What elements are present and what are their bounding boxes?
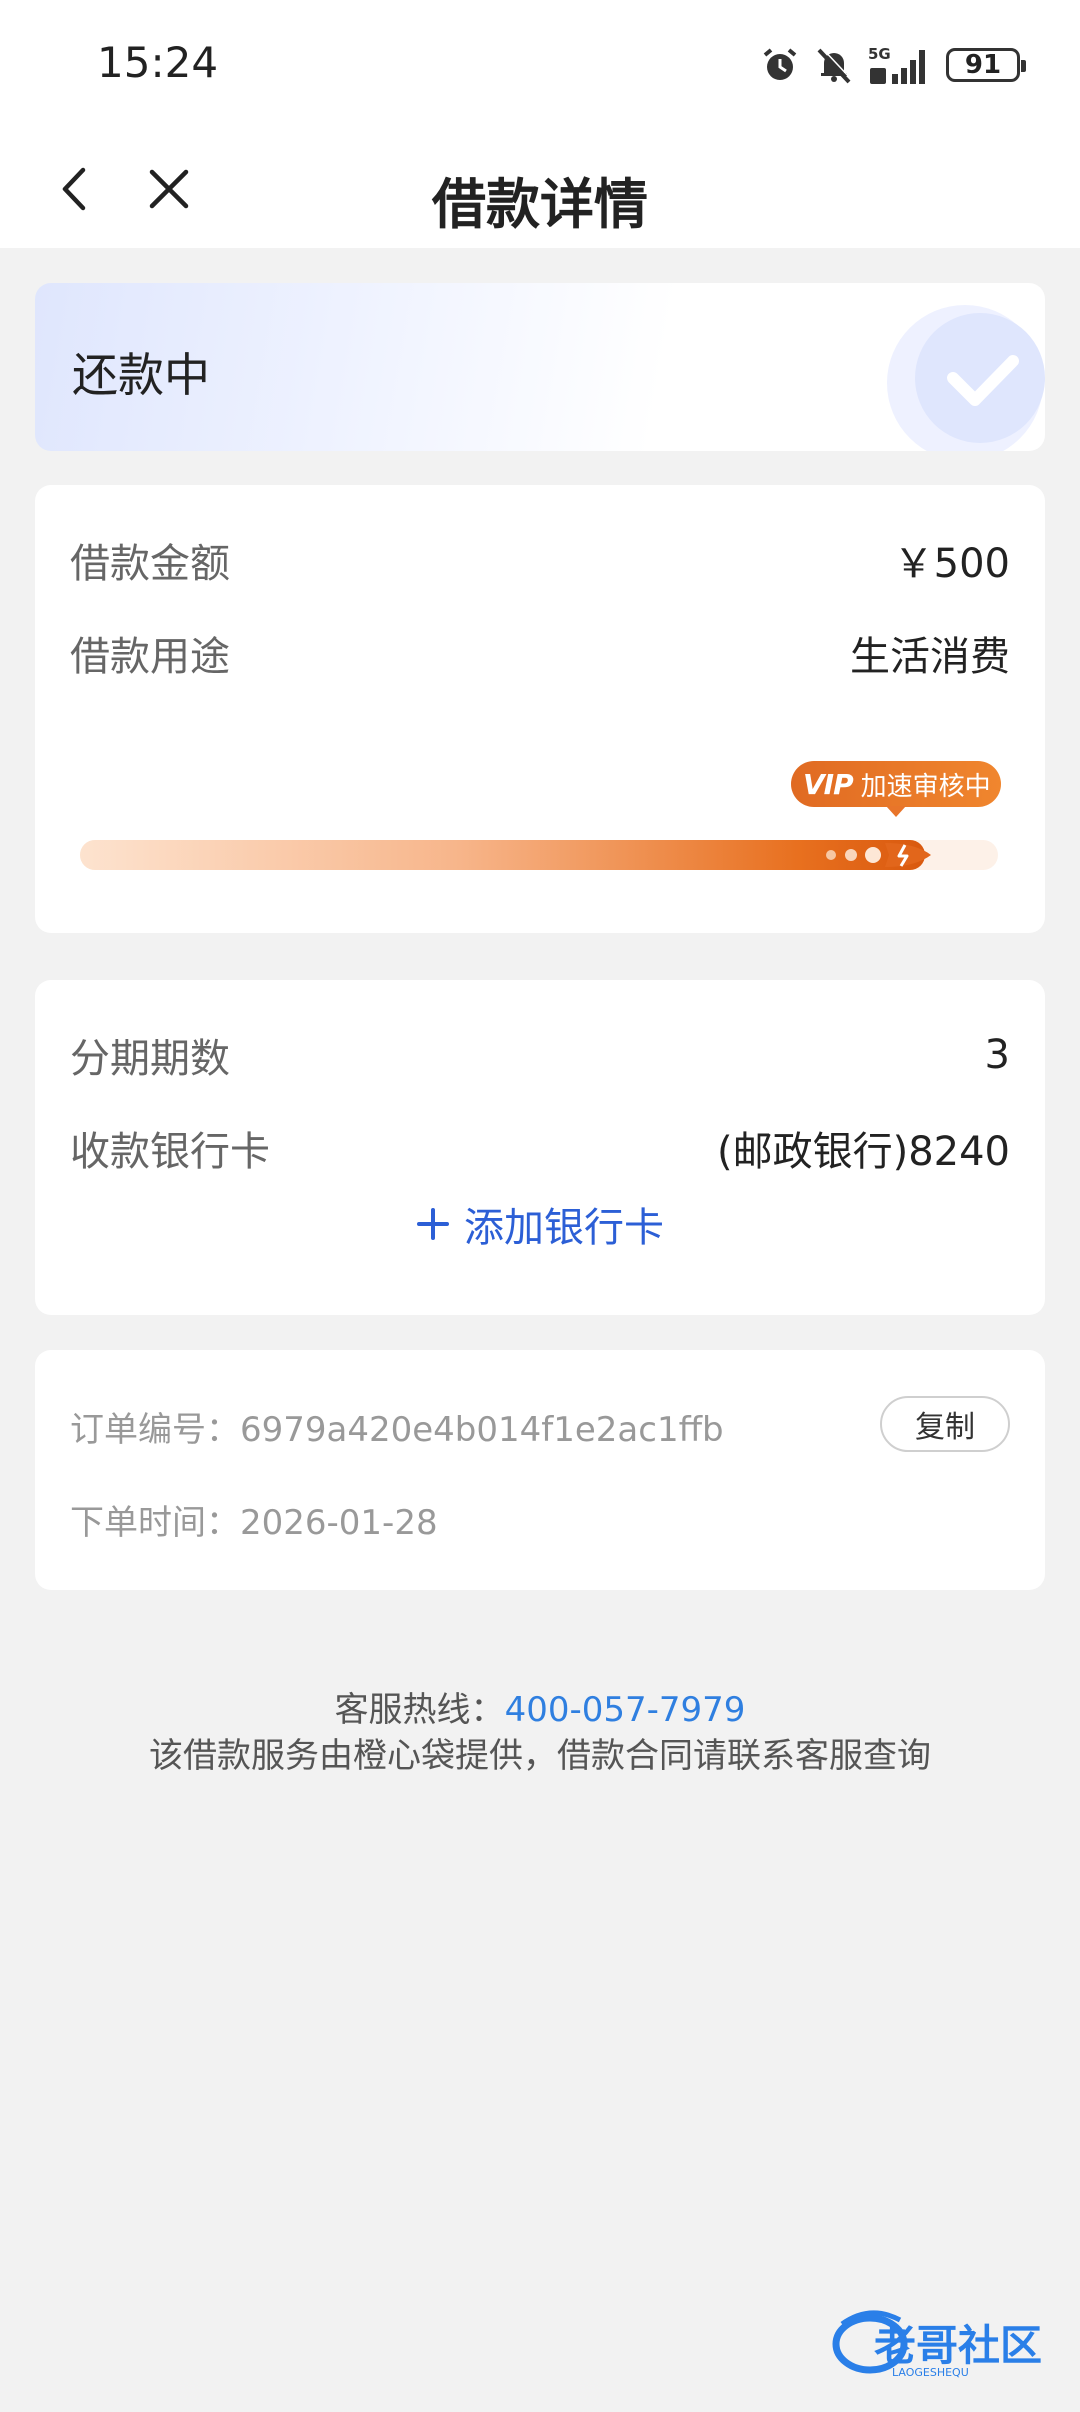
loan-status-card: 还款中	[35, 283, 1045, 451]
loan-status-text: 还款中	[72, 348, 210, 402]
hotline-link[interactable]: 400-057-7979	[505, 1690, 746, 1730]
order-number-value: 6979a420e4b014f1e2ac1ffb	[240, 1410, 724, 1450]
vip-review-badge: VIP 加速审核中	[791, 761, 1001, 817]
installment-periods-label: 分期期数	[70, 1036, 230, 1082]
receiving-bank-label: 收款银行卡	[70, 1129, 270, 1175]
loan-amount-label: 借款金额	[70, 541, 230, 587]
add-bank-card-label: 添加银行卡	[464, 1205, 664, 1251]
order-time: 下单时间：2026-01-28	[70, 1495, 438, 1544]
loan-purpose-label: 借款用途	[70, 634, 230, 680]
loan-purpose-row: 借款用途 生活消费	[70, 623, 1010, 683]
battery-level: 91	[964, 50, 1002, 80]
service-disclaimer: 该借款服务由橙心袋提供，借款合同请联系客服查询	[149, 1736, 931, 1776]
order-info-card: 订单编号：6979a420e4b014f1e2ac1ffb 复制 下单时间：20…	[35, 1350, 1045, 1590]
status-icons: 5G 91	[760, 40, 1026, 90]
page-title: 借款详情	[432, 173, 648, 236]
receiving-bank-row: 收款银行卡 (邮政银行)8240	[70, 1118, 1010, 1178]
status-time: 15:24	[97, 38, 219, 87]
installment-periods-value: 3	[984, 1032, 1010, 1078]
svg-text:LAOGESHEQU: LAOGESHEQU	[892, 2366, 969, 2379]
order-time-label: 下单时间：	[70, 1503, 240, 1543]
rocket-icon	[826, 843, 931, 867]
vip-mark: VIP	[803, 767, 854, 801]
add-bank-card-button[interactable]: 添加银行卡	[35, 1195, 1045, 1253]
hotline-label: 客服热线：	[334, 1690, 505, 1730]
order-number: 订单编号：6979a420e4b014f1e2ac1ffb	[70, 1402, 724, 1451]
mute-bell-icon	[817, 47, 853, 84]
installment-card: 分期期数 3 收款银行卡 (邮政银行)8240 添加银行卡	[35, 980, 1045, 1315]
battery-icon: 91	[946, 48, 1026, 82]
watermark-logo: 老哥社区 LAOGESHEQU	[832, 2310, 1042, 2379]
loan-amount-value: ￥500	[893, 541, 1010, 587]
vip-review-text: 加速审核中	[860, 771, 991, 802]
nav-bar: 借款详情	[0, 130, 1080, 248]
loan-info-card: 借款金额 ￥500 借款用途 生活消费 VIP 加速审核中	[35, 485, 1045, 933]
review-progress-fill	[80, 840, 925, 870]
loan-purpose-value: 生活消费	[850, 634, 1010, 680]
loan-amount-row: 借款金额 ￥500	[70, 530, 1010, 590]
copy-button[interactable]: 复制	[880, 1396, 1010, 1452]
check-badge-icon	[887, 305, 1045, 451]
svg-text:5G: 5G	[868, 45, 891, 63]
status-bar: 15:24 5G 91	[0, 0, 1080, 130]
order-time-value: 2026-01-28	[240, 1503, 438, 1543]
plus-icon	[417, 1208, 449, 1240]
signal-5g-icon: 5G	[868, 45, 925, 84]
receiving-bank-value: (邮政银行)8240	[716, 1129, 1010, 1175]
order-number-label: 订单编号：	[70, 1410, 240, 1450]
alarm-icon	[763, 48, 797, 80]
customer-service-line: 客服热线：400-057-7979	[0, 1682, 1080, 1731]
installment-periods-row: 分期期数 3	[70, 1025, 1010, 1085]
svg-text:老哥社区: 老哥社区	[874, 2321, 1042, 2370]
